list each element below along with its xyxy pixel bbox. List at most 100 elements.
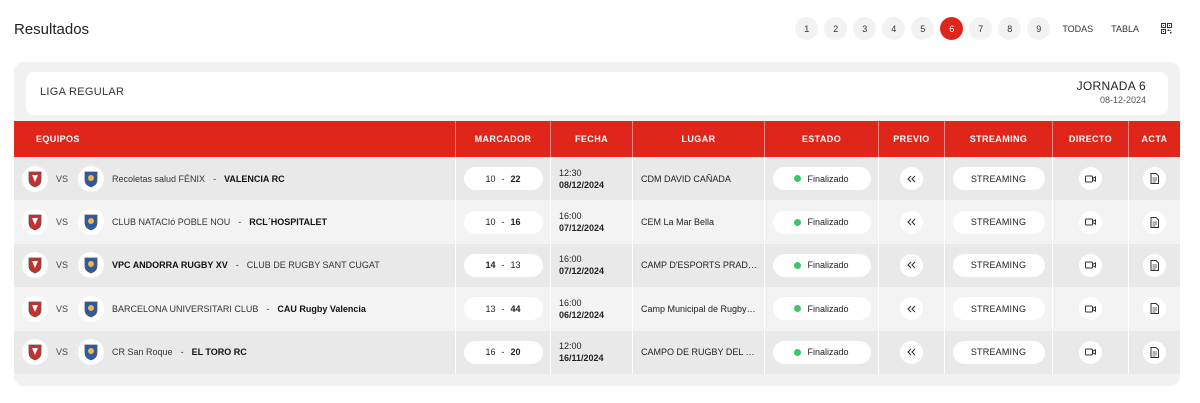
match-date: 07/12/2024 xyxy=(559,266,605,277)
home-team-name[interactable]: CR San Roque xyxy=(112,347,173,357)
rewind-icon[interactable] xyxy=(900,167,923,191)
table-row[interactable]: VS BARCELONA UNIVERSITARI CLUB - CAU Rug… xyxy=(14,287,1180,331)
rewind-icon[interactable] xyxy=(900,340,923,364)
rewind-icon[interactable] xyxy=(900,297,923,321)
venue-name: CAMP D'ESPORTS PRADA DE MORANT xyxy=(641,260,757,271)
away-team-name[interactable]: CLUB DE RUGBY SANT CUGAT xyxy=(247,260,380,270)
page-button-3[interactable]: 3 xyxy=(853,17,877,40)
streaming-cell: STREAMING xyxy=(945,157,1053,201)
teams-cell: VS CLUB NATACIó POBLE NOU - RCL´HOSPITAL… xyxy=(14,200,456,244)
away-team-name[interactable]: CAU Rugby Valencia xyxy=(277,304,366,314)
page-button-1[interactable]: 1 xyxy=(795,17,819,40)
rewind-icon[interactable] xyxy=(900,210,923,234)
directo-cell xyxy=(1053,330,1129,374)
table-row[interactable]: VS Recoletas salud FÉNIX - VALENCIA RC 1… xyxy=(14,157,1180,201)
status-dot-icon xyxy=(794,175,802,183)
status-text: Finalizado xyxy=(807,347,849,358)
vs-label: VS xyxy=(56,260,69,271)
streaming-button[interactable]: STREAMING xyxy=(952,210,1045,234)
document-icon[interactable] xyxy=(1143,340,1166,364)
away-team-name[interactable]: VALENCIA RC xyxy=(224,174,285,184)
status-cell: Finalizado xyxy=(765,287,879,331)
document-icon[interactable] xyxy=(1143,167,1166,191)
acta-cell xyxy=(1129,157,1180,200)
table-row[interactable]: VS CR San Roque - EL TORO RC 16 - 20 12:… xyxy=(14,330,1180,374)
status-dot-icon xyxy=(794,261,802,269)
acta-cell xyxy=(1129,200,1180,243)
page-button-5[interactable]: 5 xyxy=(911,17,935,40)
document-icon[interactable] xyxy=(1143,253,1166,277)
away-team-name[interactable]: EL TORO RC xyxy=(192,347,247,357)
status-dot-icon xyxy=(794,348,802,356)
venue-cell: CDM DAVID CAÑADA xyxy=(633,157,765,201)
page-button-7[interactable]: 7 xyxy=(969,17,993,40)
header-acta: ACTA xyxy=(1141,134,1168,144)
streaming-button[interactable]: STREAMING xyxy=(952,297,1045,321)
header-previo: PREVIO xyxy=(879,121,945,157)
streaming-button[interactable]: STREAMING xyxy=(952,253,1045,277)
away-team-name[interactable]: RCL´HOSPITALET xyxy=(249,217,327,227)
date-cell: 12:30 08/12/2024 xyxy=(551,157,633,201)
page-button-4[interactable]: 4 xyxy=(882,17,906,40)
home-team-name[interactable]: VPC ANDORRA RUGBY XV xyxy=(112,260,228,270)
page-button-6-active[interactable]: 6 xyxy=(940,17,964,40)
date-cell: 12:00 16/11/2024 xyxy=(551,330,633,374)
teams-cell: VS VPC ANDORRA RUGBY XV - CLUB DE RUGBY … xyxy=(14,243,456,288)
teams-cell: VS Recoletas salud FÉNIX - VALENCIA RC xyxy=(14,157,456,201)
score-pill: 14 - 13 xyxy=(463,253,543,277)
team-separator: - xyxy=(266,303,270,314)
status-dot-icon xyxy=(794,218,802,226)
qr-code-icon[interactable] xyxy=(1155,17,1178,40)
page-button-8[interactable]: 8 xyxy=(998,17,1022,40)
video-camera-icon[interactable] xyxy=(1079,210,1102,234)
home-score: 14 xyxy=(485,260,496,271)
home-team-name[interactable]: CLUB NATACIó POBLE NOU xyxy=(112,217,230,227)
match-time: 16:00 xyxy=(559,211,582,222)
streaming-cell: STREAMING xyxy=(945,287,1053,331)
score-pill: 16 - 20 xyxy=(463,340,543,364)
header-marcador: MARCADOR xyxy=(456,121,551,157)
venue-name: CEM La Mar Bella xyxy=(641,217,715,228)
match-time: 12:30 xyxy=(559,167,582,178)
document-icon[interactable] xyxy=(1143,210,1166,234)
previo-cell xyxy=(879,157,945,201)
date-cell: 16:00 06/12/2024 xyxy=(551,287,633,331)
tabla-button[interactable]: TABLA xyxy=(1105,17,1145,40)
video-camera-icon[interactable] xyxy=(1079,167,1102,191)
streaming-button[interactable]: STREAMING xyxy=(952,340,1045,364)
away-team-logo xyxy=(78,295,105,322)
previo-cell xyxy=(879,243,945,288)
rewind-icon[interactable] xyxy=(900,253,923,277)
page-button-2[interactable]: 2 xyxy=(824,17,848,40)
home-team-logo xyxy=(22,209,48,236)
status-badge: Finalizado xyxy=(772,253,871,277)
directo-cell xyxy=(1053,157,1129,201)
document-icon[interactable] xyxy=(1143,297,1166,321)
home-team-name[interactable]: Recoletas salud FÉNIX xyxy=(112,174,205,184)
team-separator: - xyxy=(213,173,217,184)
jornada-pager: 1 2 3 4 5 6 7 8 9 TODAS TABLA xyxy=(795,17,1178,40)
score-pill: 10 - 22 xyxy=(463,167,543,191)
video-camera-icon[interactable] xyxy=(1079,297,1102,321)
venue-cell: CAMPO DE RUGBY DEL RIO MONTAÑA xyxy=(633,330,765,374)
table-row[interactable]: VS CLUB NATACIó POBLE NOU - RCL´HOSPITAL… xyxy=(14,200,1180,244)
video-camera-icon[interactable] xyxy=(1079,253,1102,277)
home-team-name[interactable]: BARCELONA UNIVERSITARI CLUB xyxy=(112,304,258,314)
match-date: 06/12/2024 xyxy=(559,309,605,320)
match-time: 16:00 xyxy=(559,254,582,265)
score-cell: 16 - 20 xyxy=(456,330,551,374)
acta-cell xyxy=(1129,244,1180,287)
streaming-button[interactable]: STREAMING xyxy=(952,167,1045,191)
todas-button[interactable]: TODAS xyxy=(1056,17,1099,40)
table-row[interactable]: VS VPC ANDORRA RUGBY XV - CLUB DE RUGBY … xyxy=(14,243,1180,288)
status-badge: Finalizado xyxy=(772,167,871,191)
directo-cell xyxy=(1053,200,1129,244)
status-text: Finalizado xyxy=(807,260,849,271)
video-camera-icon[interactable] xyxy=(1079,340,1102,364)
jornada-date: 08-12-2024 xyxy=(1099,95,1146,105)
home-team-logo xyxy=(22,165,48,192)
venue-cell: CEM La Mar Bella xyxy=(633,200,765,244)
score-pill: 13 - 44 xyxy=(463,297,543,321)
page-button-9[interactable]: 9 xyxy=(1027,17,1051,40)
jornada-title: JORNADA 6 xyxy=(1076,79,1146,93)
